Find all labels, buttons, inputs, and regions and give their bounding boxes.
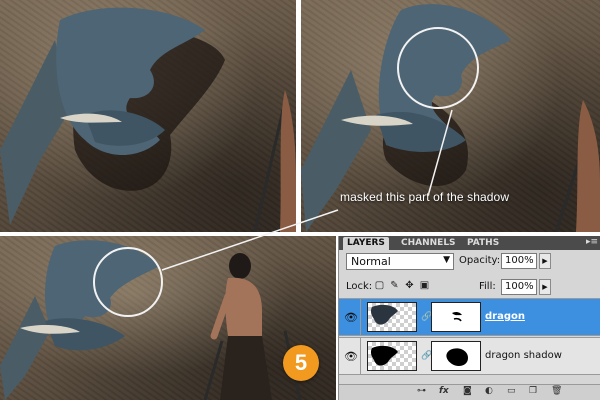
blend-mode-select[interactable]: Normal ▼	[346, 253, 454, 270]
shadow-thumbnail-icon	[370, 345, 398, 366]
fill-slider-arrow-icon[interactable]: ▶	[539, 279, 551, 295]
visibility-toggle[interactable]: 👁	[339, 338, 361, 374]
person-figure	[210, 253, 272, 400]
panel-menu-icon[interactable]: ▸≡	[586, 237, 598, 247]
lock-position-icon[interactable]: ✥	[404, 280, 415, 291]
person-edge	[280, 90, 296, 232]
eye-icon: 👁	[344, 311, 358, 324]
opacity-slider-arrow-icon[interactable]: ▶	[539, 253, 551, 269]
lock-image-icon[interactable]: ✎	[389, 280, 400, 291]
layers-panel: LAYERS CHANNELS PATHS ▸≡ Normal ▼ Opacit…	[338, 236, 600, 400]
eye-icon: 👁	[344, 350, 358, 363]
blend-mode-value: Normal	[351, 255, 391, 268]
fx-icon[interactable]: fx	[439, 386, 449, 396]
new-layer-icon[interactable]: ❐	[529, 386, 537, 396]
group-icon[interactable]: ▭	[507, 386, 516, 396]
layer-row-dragon-shadow[interactable]: 👁 🔗 dragon shadow	[339, 337, 600, 375]
trash-icon[interactable]: 🗑	[551, 386, 562, 396]
layer-name-dragon[interactable]: dragon	[485, 311, 525, 322]
tab-paths[interactable]: PATHS	[463, 237, 503, 250]
sword	[203, 340, 224, 400]
layer-name-dragon-shadow[interactable]: dragon shadow	[485, 350, 562, 361]
photo-panel-result	[0, 236, 336, 400]
adjustment-icon[interactable]: ◐	[485, 386, 493, 396]
lock-all-icon[interactable]: ▣	[419, 280, 430, 291]
dragon-scene-result	[0, 240, 302, 400]
mask-thumbnail-icon	[446, 348, 468, 366]
visibility-toggle[interactable]: 👁	[339, 299, 361, 335]
opacity-label: Opacity:	[459, 255, 501, 266]
dragon-scene-before	[0, 7, 296, 232]
lock-label: Lock:	[346, 281, 373, 292]
layer-thumbnail[interactable]	[367, 341, 417, 371]
fill-label: Fill:	[479, 281, 496, 292]
link-layers-icon[interactable]: ⊶	[417, 386, 426, 396]
caption-text: masked this part of the shadow	[340, 190, 510, 204]
opacity-input[interactable]: 100%	[501, 253, 537, 269]
sword	[253, 109, 285, 232]
photo-panel-before	[0, 0, 296, 232]
dragon-wing	[301, 70, 371, 232]
layers-bottom-toolbar: ⊶ fx ◙ ◐ ▭ ❐ 🗑	[339, 384, 600, 400]
layer-thumbnail[interactable]	[367, 302, 417, 332]
panel-tab-bar: LAYERS CHANNELS PATHS ▸≡	[339, 236, 600, 250]
dragon-thumbnail-icon	[370, 304, 398, 325]
add-mask-icon[interactable]: ◙	[463, 386, 472, 396]
step-badge: 5	[283, 345, 319, 381]
layer-mask-thumbnail[interactable]	[431, 341, 481, 371]
fill-input[interactable]: 100%	[501, 279, 537, 295]
tab-channels[interactable]: CHANNELS	[397, 237, 460, 250]
person-edge	[576, 100, 600, 232]
dragon-wing	[0, 296, 50, 400]
layer-mask-thumbnail[interactable]	[431, 302, 481, 332]
tab-layers[interactable]: LAYERS	[343, 237, 389, 250]
layer-row-dragon[interactable]: 👁 🔗 dragon	[339, 298, 600, 336]
chevron-down-icon: ▼	[443, 255, 450, 265]
lock-transparent-icon[interactable]: ▢	[374, 280, 385, 291]
dragon-head	[45, 318, 125, 351]
mask-thumbnail-icon	[452, 311, 462, 322]
